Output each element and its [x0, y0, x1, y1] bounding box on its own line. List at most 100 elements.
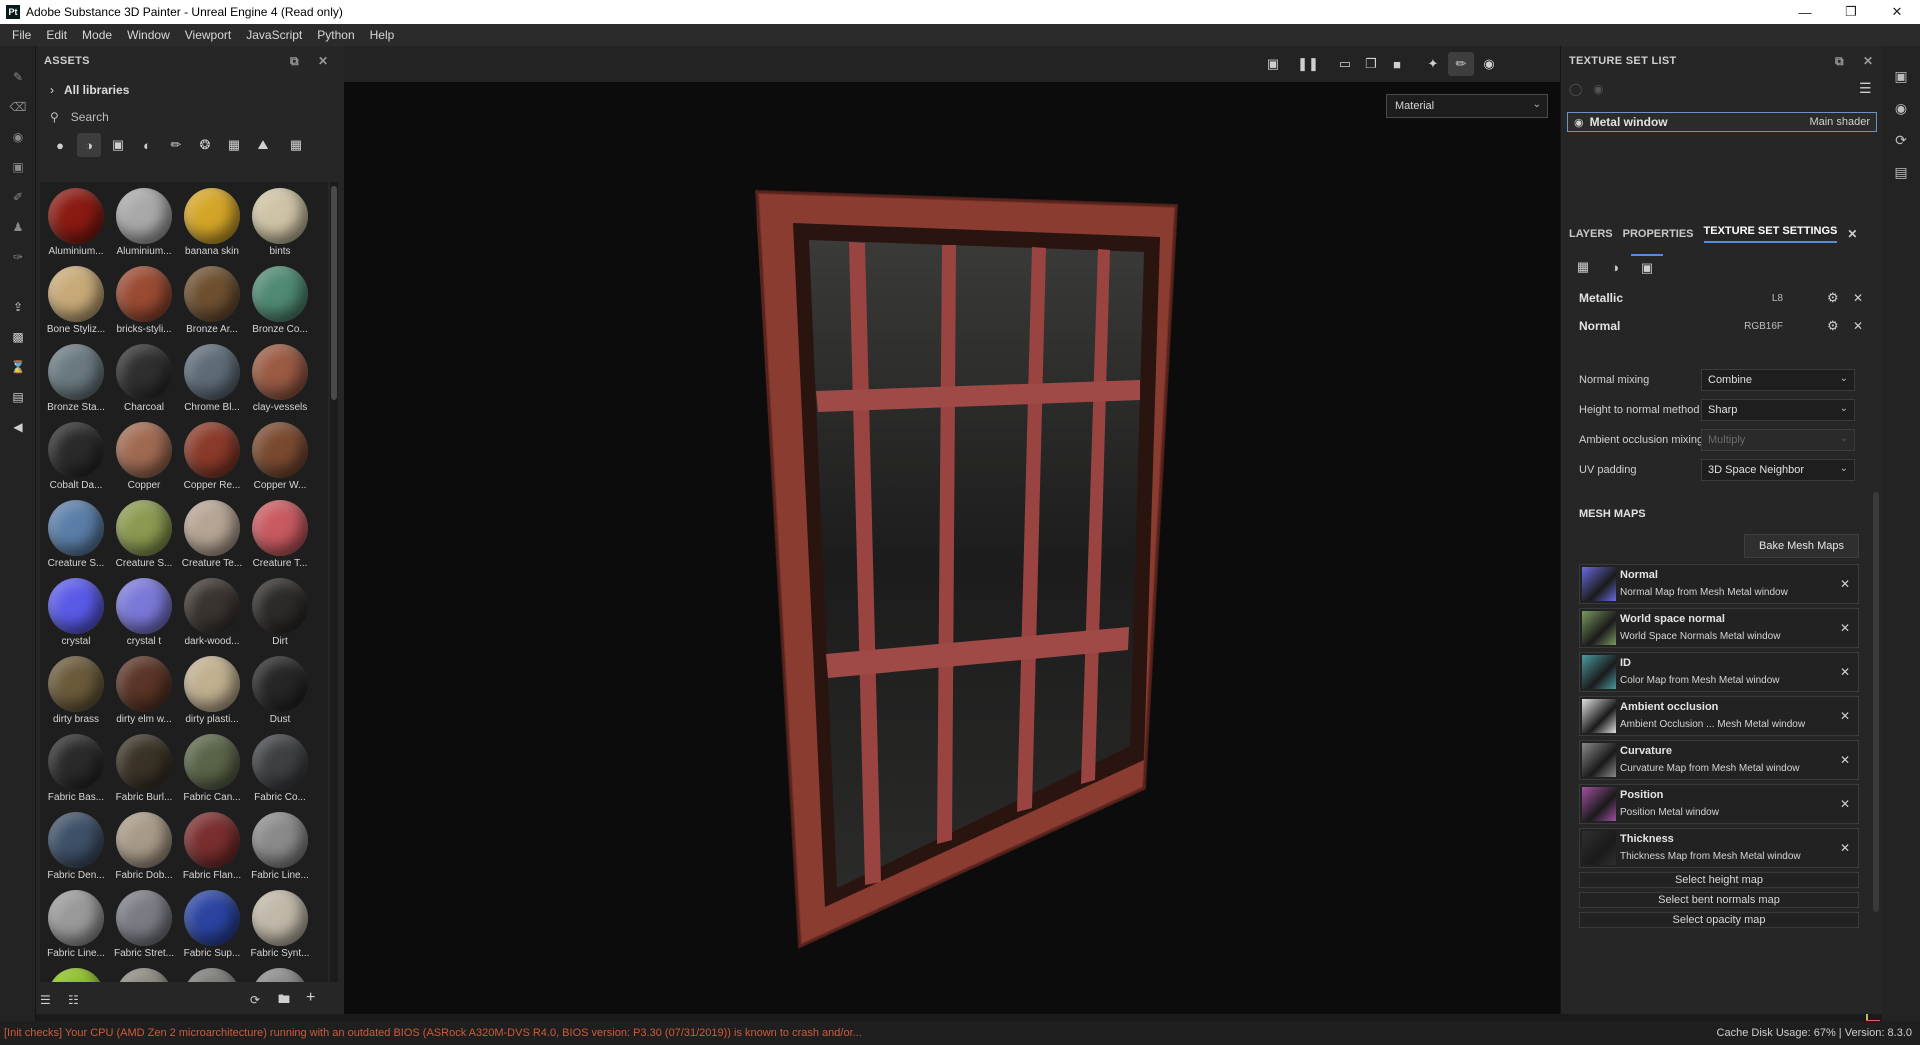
screenshot-icon[interactable]: ◉: [1476, 52, 1502, 76]
asset-item[interactable]: Fabric Line...: [246, 806, 314, 884]
asset-item[interactable]: Charcoal: [110, 338, 178, 416]
visibility-icon[interactable]: ◉: [1593, 82, 1603, 96]
filter-environments-icon[interactable]: ⛰: [251, 133, 275, 157]
asset-item[interactable]: Bone Styliz...: [42, 260, 110, 338]
smudge-icon[interactable]: ✐: [0, 182, 36, 212]
material-select[interactable]: Material ⌄: [1386, 94, 1548, 118]
asset-item[interactable]: Creature Te...: [178, 494, 246, 572]
gear-icon[interactable]: ⚙: [1827, 290, 1839, 306]
texture-set-row[interactable]: ◉ Metal window Main shader: [1567, 112, 1877, 132]
channels-icon[interactable]: ▦: [1567, 254, 1599, 280]
remove-channel-icon[interactable]: ✕: [1853, 291, 1863, 305]
mesh-map-row[interactable]: World space normal World Space Normals Me…: [1579, 608, 1859, 648]
channel-format[interactable]: RGB16F: [1735, 321, 1783, 332]
menu-help[interactable]: Help: [370, 28, 395, 42]
history-icon[interactable]: ⟳: [1882, 124, 1920, 156]
display-settings-icon[interactable]: ▣: [1882, 60, 1920, 92]
asset-item[interactable]: Fabric Den...: [42, 806, 110, 884]
asset-item[interactable]: Copper W...: [246, 416, 314, 494]
asset-item[interactable]: Aluminium...: [110, 182, 178, 260]
shader-icon[interactable]: ◑: [1599, 254, 1631, 280]
asset-item[interactable]: Dirt: [246, 572, 314, 650]
asset-item[interactable]: dark-wood...: [178, 572, 246, 650]
eye-icon[interactable]: ◉: [1574, 116, 1584, 129]
status-warning[interactable]: [Init checks] Your CPU (AMD Zen 2 microa…: [0, 1027, 862, 1039]
add-icon[interactable]: +: [306, 989, 315, 1007]
bake-icon[interactable]: ▩: [0, 322, 36, 352]
sort-icon[interactable]: ☷: [68, 993, 79, 1007]
menu-javascript[interactable]: JavaScript: [246, 28, 302, 42]
remove-map-icon[interactable]: ✕: [1840, 797, 1850, 811]
asset-item[interactable]: crystal: [42, 572, 110, 650]
paint-brush-icon[interactable]: ✎: [0, 62, 36, 92]
filter-filters-icon[interactable]: ◐: [135, 133, 159, 157]
camera-icon[interactable]: ■: [1384, 52, 1410, 76]
remove-channel-icon[interactable]: ✕: [1853, 319, 1863, 333]
libraries-selector[interactable]: › All libraries: [36, 76, 344, 104]
mesh-map-row[interactable]: Thickness Thickness Map from Mesh Metal w…: [1579, 828, 1859, 868]
select-opacity-map-button[interactable]: Select opacity map: [1579, 912, 1859, 928]
select-bent-normals-map-button[interactable]: Select bent normals map: [1579, 892, 1859, 908]
remove-map-icon[interactable]: ✕: [1840, 621, 1850, 635]
asset-item[interactable]: [246, 962, 314, 982]
close-tab-icon[interactable]: ✕: [1847, 227, 1857, 241]
remove-map-icon[interactable]: ✕: [1840, 709, 1850, 723]
remove-map-icon[interactable]: ✕: [1840, 665, 1850, 679]
asset-item[interactable]: Fabric Burl...: [110, 728, 178, 806]
mesh-map-row[interactable]: Ambient occlusion Ambient Occlusion ... M…: [1579, 696, 1859, 736]
filter-particles-icon[interactable]: ❂: [193, 133, 217, 157]
undock-icon[interactable]: ⧉: [290, 54, 299, 69]
mesh-map-row[interactable]: ID Color Map from Mesh Metal window ✕: [1579, 652, 1859, 692]
asset-item[interactable]: Fabric Dob...: [110, 806, 178, 884]
close-panel-icon[interactable]: ✕: [318, 54, 328, 68]
menu-mode[interactable]: Mode: [82, 28, 112, 42]
asset-item[interactable]: Creature S...: [42, 494, 110, 572]
asset-item[interactable]: Fabric Synt...: [246, 884, 314, 962]
asset-item[interactable]: Creature T...: [246, 494, 314, 572]
close-icon[interactable]: ✕: [1874, 0, 1920, 24]
asset-item[interactable]: [178, 962, 246, 982]
asset-item[interactable]: Copper: [110, 416, 178, 494]
normal-mixing-select[interactable]: Combine ⌄: [1701, 369, 1855, 391]
mesh-maps-icon[interactable]: ▣: [1631, 254, 1663, 280]
bake-mesh-maps-button[interactable]: Bake Mesh Maps: [1744, 534, 1859, 558]
filter-smart-masks-icon[interactable]: ▣: [106, 133, 130, 157]
asset-item[interactable]: bints: [246, 182, 314, 260]
assets-search[interactable]: ⚲ Search: [36, 104, 344, 130]
clone-stamp-icon[interactable]: ♟: [0, 212, 36, 242]
menu-file[interactable]: File: [12, 28, 31, 42]
close-panel-icon[interactable]: ✕: [1863, 54, 1873, 68]
documentation-icon[interactable]: ▤: [0, 382, 36, 412]
geometry-icon[interactable]: ⌛: [0, 352, 36, 382]
plugins-icon[interactable]: ◀: [0, 412, 36, 442]
asset-item[interactable]: crystal t: [110, 572, 178, 650]
export-icon[interactable]: ⇪: [0, 292, 36, 322]
asset-item[interactable]: Bronze Co...: [246, 260, 314, 338]
gear-icon[interactable]: ⚙: [1827, 318, 1839, 334]
asset-item[interactable]: bricks-styli...: [110, 260, 178, 338]
grid-view-icon[interactable]: ▦: [284, 133, 308, 157]
paint-mode-icon[interactable]: ✏: [1448, 52, 1474, 76]
eraser-icon[interactable]: ⌫: [0, 92, 36, 122]
assets-scrollbar[interactable]: [330, 182, 338, 982]
list-options-icon[interactable]: ☰: [40, 993, 51, 1007]
mesh-map-row[interactable]: Curvature Curvature Map from Mesh Metal w…: [1579, 740, 1859, 780]
filter-textures-icon[interactable]: ▦: [222, 133, 246, 157]
mesh-map-row[interactable]: Normal Normal Map from Mesh Metal window ✕: [1579, 564, 1859, 604]
polygon-fill-icon[interactable]: ▣: [0, 152, 36, 182]
asset-item[interactable]: dirty brass: [42, 650, 110, 728]
frame-icon[interactable]: ▭: [1332, 52, 1358, 76]
menu-window[interactable]: Window: [127, 28, 170, 42]
hide-ui-icon[interactable]: ▣: [1260, 52, 1286, 76]
projection-icon[interactable]: ◉: [0, 122, 36, 152]
channel-format[interactable]: L8: [1735, 293, 1783, 304]
rotate-light-icon[interactable]: ✦: [1420, 52, 1446, 76]
asset-item[interactable]: Dust: [246, 650, 314, 728]
remove-map-icon[interactable]: ✕: [1840, 841, 1850, 855]
pause-icon[interactable]: ❚❚: [1295, 52, 1321, 76]
select-height-map-button[interactable]: Select height map: [1579, 872, 1859, 888]
color-picker-icon[interactable]: ✑: [0, 242, 36, 272]
asset-item[interactable]: Copper Re...: [178, 416, 246, 494]
asset-item[interactable]: clay-vessels: [246, 338, 314, 416]
menu-python[interactable]: Python: [317, 28, 354, 42]
